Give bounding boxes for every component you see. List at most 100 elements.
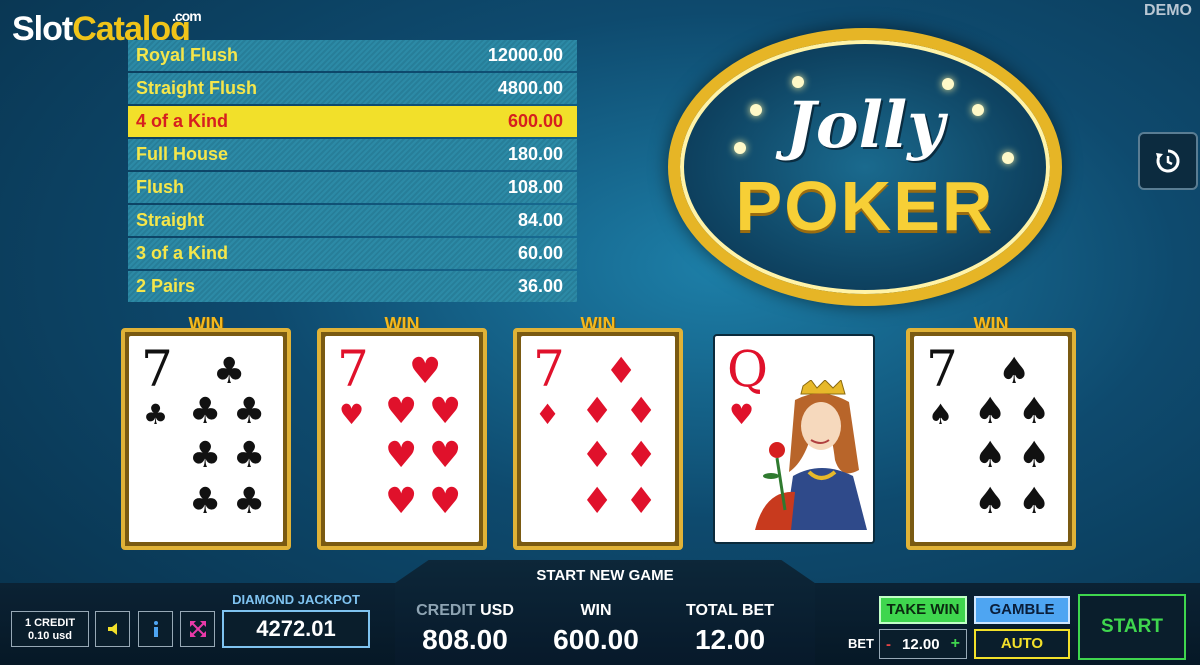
sound-button[interactable]	[95, 611, 130, 647]
card-pip: ♠	[974, 481, 1007, 522]
auto-play-button[interactable]: AUTO	[974, 629, 1070, 659]
hand-payout: 12000.00	[487, 45, 563, 65]
credit-label-unit: USD	[480, 602, 514, 619]
gamble-button[interactable]: GAMBLE	[974, 596, 1070, 624]
take-win-button[interactable]: TAKE WIN	[879, 596, 967, 624]
card-rank: 7	[337, 340, 369, 398]
hand-payout: 180.00	[507, 144, 563, 164]
logo-title-jolly: Jolly	[785, 88, 945, 163]
card-slot-1[interactable]: WIN 7 ♣ ♣ ♣ ♣ ♣ ♣ ♣ ♣	[121, 314, 291, 550]
hand-payout: 84.00	[517, 210, 563, 230]
hand-payout: 600.00	[507, 111, 563, 131]
demo-badge: DEMO	[1144, 2, 1192, 19]
paytable-row: Straight Flush 4800.00	[128, 73, 577, 104]
queen-portrait-icon	[755, 380, 867, 530]
card-corner-suit: ♠	[928, 398, 954, 431]
paytable-row: 3 of a Kind 60.00	[128, 238, 577, 269]
hand-name: 4 of a Kind	[136, 111, 229, 131]
sound-icon	[107, 623, 117, 635]
card-pip: ♠	[1018, 481, 1051, 522]
card-pip: ♣	[189, 391, 222, 432]
hand-name: Full House	[136, 144, 229, 164]
card-pip: ♦	[581, 391, 614, 432]
playing-card-q-hearts: Q ♥	[715, 336, 873, 542]
card-pip: ♦	[625, 481, 658, 522]
card-pip: ♥	[385, 481, 418, 522]
bet-decrease-button[interactable]: -	[886, 636, 891, 653]
card-pip: ♥	[429, 481, 462, 522]
card-pip: ♦	[605, 351, 638, 392]
paytable-row: Straight 84.00	[128, 205, 577, 236]
logo-bulb	[792, 76, 804, 88]
start-button[interactable]: START	[1078, 594, 1186, 660]
card-frame: 7 ♠ ♠ ♠ ♠ ♠ ♠ ♠ ♠	[906, 328, 1076, 550]
card-pip: ♥	[429, 435, 462, 476]
card-pip: ♠	[998, 351, 1031, 392]
hand-name: Straight Flush	[136, 78, 257, 98]
card-pip: ♥	[385, 435, 418, 476]
card-rank: 7	[926, 340, 958, 398]
card-slot-2[interactable]: WIN 7 ♥ ♥ ♥ ♥ ♥ ♥ ♥ ♥	[317, 314, 487, 550]
hand-payout: 108.00	[507, 177, 563, 197]
card-slot-4[interactable]: Q ♥	[709, 314, 879, 550]
card-pip: ♦	[581, 481, 614, 522]
bet-stepper: - 12.00 +	[879, 629, 967, 659]
paytable-row: Full House 180.00	[128, 139, 577, 170]
card-pip: ♠	[974, 435, 1007, 476]
card-pip: ♣	[189, 481, 222, 522]
credit-line-2: 0.10 usd	[27, 630, 73, 642]
card-pip: ♦	[625, 435, 658, 476]
card-pip: ♥	[409, 351, 442, 392]
bet-label: BET	[848, 636, 874, 651]
paytable-row-active: 4 of a Kind 600.00	[128, 106, 577, 137]
jackpot-label: DIAMOND JACKPOT	[232, 592, 360, 607]
credit-denomination-button[interactable]: 1 CREDIT 0.10 usd	[11, 611, 89, 647]
card-rank: 7	[141, 340, 173, 398]
hand-payout: 4800.00	[497, 78, 563, 98]
game-logo: Jolly POKER	[668, 28, 1062, 306]
playing-card-7-diamonds: 7 ♦ ♦ ♦ ♦ ♦ ♦ ♦ ♦	[521, 336, 675, 542]
card-corner-suit: ♦	[535, 398, 561, 431]
card-pip: ♠	[1018, 391, 1051, 432]
bet-value: 12.00	[902, 635, 940, 653]
card-frame: 7 ♦ ♦ ♦ ♦ ♦ ♦ ♦ ♦	[513, 328, 683, 550]
card-rank: 7	[533, 340, 565, 398]
card-frame: Q ♥	[713, 334, 875, 544]
hand-name: 3 of a Kind	[136, 243, 229, 263]
card-pip: ♣	[213, 351, 246, 392]
card-frame: 7 ♣ ♣ ♣ ♣ ♣ ♣ ♣ ♣	[121, 328, 291, 550]
playing-card-7-clubs: 7 ♣ ♣ ♣ ♣ ♣ ♣ ♣ ♣	[129, 336, 283, 542]
card-pip: ♦	[581, 435, 614, 476]
paytable-row: Flush 108.00	[128, 172, 577, 203]
card-pip: ♣	[233, 481, 266, 522]
history-button[interactable]	[1138, 132, 1198, 190]
hand-name: Flush	[136, 177, 184, 197]
paytable: Royal Flush 12000.00 Straight Flush 4800.0…	[128, 40, 577, 304]
logo-title-poker: POKER	[735, 167, 995, 245]
fullscreen-button[interactable]	[180, 611, 215, 647]
credit-label: CREDIT USD	[410, 602, 520, 620]
jackpot-value: 4272.01	[222, 610, 370, 648]
card-slot-3[interactable]: WIN 7 ♦ ♦ ♦ ♦ ♦ ♦ ♦ ♦	[513, 314, 683, 550]
card-pip: ♦	[625, 391, 658, 432]
bet-increase-button[interactable]: +	[951, 635, 960, 653]
card-pip: ♣	[189, 435, 222, 476]
watermark-text-a: Slot	[12, 10, 73, 48]
card-slot-5[interactable]: WIN 7 ♠ ♠ ♠ ♠ ♠ ♠ ♠ ♠	[906, 314, 1076, 550]
card-corner-suit: ♣	[143, 398, 169, 431]
hand-name: Straight	[136, 210, 205, 230]
hand-payout: 36.00	[517, 276, 563, 296]
paytable-row: Royal Flush 12000.00	[128, 40, 577, 71]
total-bet-label: TOTAL BET	[686, 602, 774, 619]
paytable-row: 2 Pairs 36.00	[128, 271, 577, 302]
watermark-suffix: .com	[172, 8, 202, 24]
hand-name: 2 Pairs	[136, 276, 196, 296]
credit-value: 808.00	[422, 624, 508, 655]
playing-card-7-spades: 7 ♠ ♠ ♠ ♠ ♠ ♠ ♠ ♠	[914, 336, 1068, 542]
hand-name: Royal Flush	[136, 45, 239, 65]
win-value: 600.00	[553, 624, 639, 655]
history-icon	[1156, 149, 1180, 173]
win-label: WIN	[580, 602, 612, 619]
card-pip: ♥	[385, 391, 418, 432]
info-button[interactable]	[138, 611, 173, 647]
